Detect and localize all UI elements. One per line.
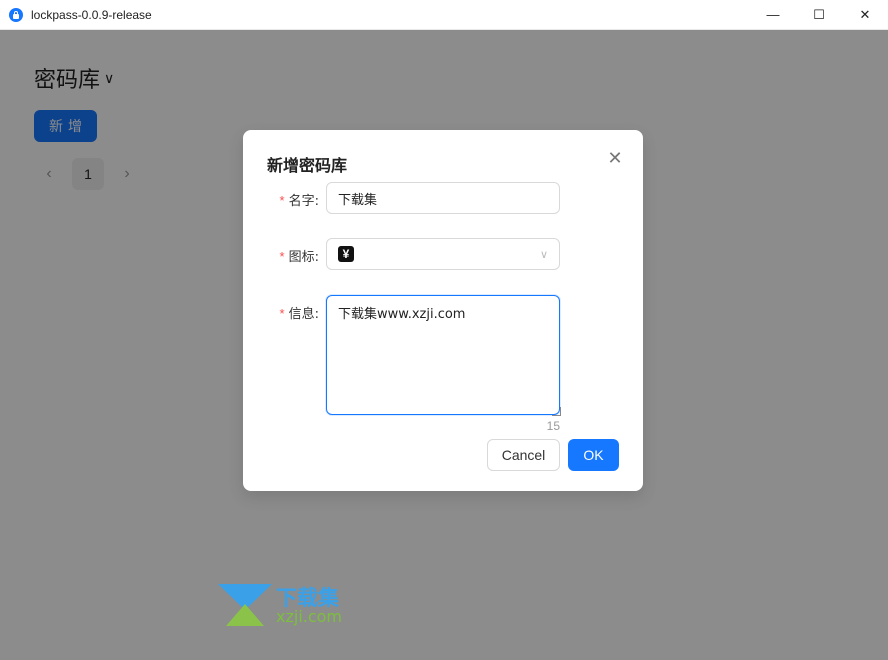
chevron-down-icon: ∨ (539, 248, 548, 261)
window-title-bar: lockpass-0.0.9-release — ☐ ✕ (0, 0, 888, 30)
info-textarea[interactable]: 下载集www.xzji.com (326, 295, 560, 415)
cancel-button[interactable]: Cancel (487, 439, 560, 471)
yuan-icon: ¥ (338, 246, 354, 262)
maximize-button[interactable]: ☐ (796, 0, 842, 30)
required-mark: * (279, 249, 285, 264)
icon-select[interactable]: ¥ ∨ (326, 238, 560, 270)
icon-label: * 图标: (279, 249, 319, 265)
watermark-logo-icon (218, 584, 272, 628)
dialog-title: 新增密码库 (267, 156, 348, 175)
close-icon[interactable]: ✕ (607, 149, 623, 167)
info-label: * 信息: (279, 306, 319, 322)
minimize-button[interactable]: — (750, 0, 796, 30)
required-mark: * (279, 193, 285, 208)
name-label: * 名字: (279, 193, 319, 209)
char-count: 15 (546, 419, 560, 433)
watermark-cn-text: 下载集 (276, 585, 339, 610)
lock-app-icon (9, 7, 23, 22)
watermark-en-text: xzji.com (276, 606, 343, 626)
ok-button[interactable]: OK (568, 439, 619, 471)
add-vault-dialog: 新增密码库 ✕ *名字: *图标: ¥ ∨ *信息: 下载集www.xzji.c… (243, 130, 643, 491)
window-controls: — ☐ ✕ (750, 0, 888, 30)
required-mark: * (279, 306, 285, 321)
resize-handle-icon[interactable] (552, 407, 561, 416)
window-title: lockpass-0.0.9-release (31, 7, 152, 22)
name-input[interactable] (326, 182, 560, 214)
close-window-button[interactable]: ✕ (842, 0, 888, 30)
watermark: 下载集 xzji.com (218, 584, 342, 628)
